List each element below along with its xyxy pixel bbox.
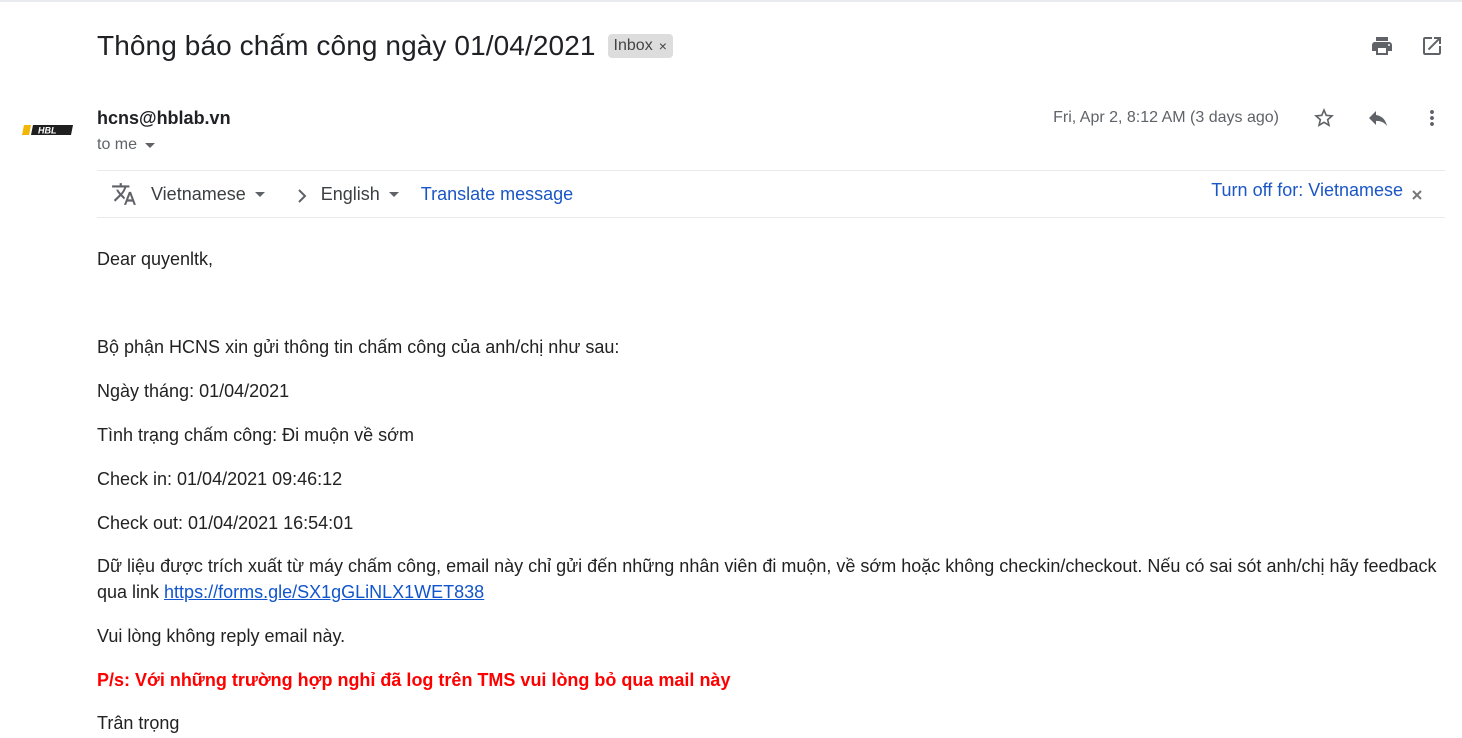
inbox-label-chip[interactable]: Inbox ×	[607, 34, 673, 58]
check-in-time: Check in: 01/04/2021 09:46:12	[97, 469, 343, 489]
translate-message-link[interactable]: Translate message	[421, 184, 573, 205]
close-icon[interactable]	[1411, 185, 1423, 200]
source-language-select[interactable]: Vietnamese	[151, 184, 265, 205]
more-vertical-icon[interactable]	[1420, 106, 1444, 130]
sender-email[interactable]: hcns@hblab.vn	[97, 108, 231, 129]
greeting: Dear quyenltk,	[97, 249, 214, 269]
recipient-text: to me	[97, 136, 138, 153]
target-language-select[interactable]: English	[321, 184, 399, 205]
translate-icon	[111, 181, 137, 207]
source-language-label: Vietnamese	[151, 183, 246, 204]
email-date: Fri, Apr 2, 8:12 AM (3 days ago)	[1053, 109, 1279, 126]
no-reply-notice: Vui lòng không reply email này.	[97, 626, 346, 646]
inbox-label-text: Inbox	[613, 37, 653, 54]
data-note: Dữ liệu được trích xuất từ máy chấm công…	[97, 553, 1442, 605]
target-language-label: English	[320, 183, 380, 204]
translate-bar: Vietnamese English Translate message Tur…	[97, 170, 1445, 218]
thread-actions	[1370, 34, 1444, 58]
top-divider	[0, 0, 1462, 2]
chevron-right-icon	[297, 187, 307, 203]
attendance-date: Ngày tháng: 01/04/2021	[97, 381, 290, 401]
message-actions	[1312, 106, 1444, 130]
turn-off-translation-link[interactable]: Turn off for: Vietnamese	[1211, 180, 1403, 201]
recipient-row: to me	[97, 136, 156, 154]
check-out-time: Check out: 01/04/2021 16:54:01	[97, 513, 354, 533]
subject-row: Thông báo chấm công ngày 01/04/2021 Inbo…	[97, 26, 673, 66]
star-icon[interactable]	[1312, 106, 1336, 130]
source-language-dropdown-icon	[254, 191, 265, 197]
open-in-new-window-icon[interactable]	[1420, 34, 1444, 58]
attendance-status: Tình trạng chấm công: Đi muộn về sớm	[97, 425, 414, 445]
remove-label-icon[interactable]: ×	[659, 38, 667, 54]
closing-regards: Trân trọng	[97, 713, 180, 733]
print-icon[interactable]	[1370, 34, 1394, 58]
sender-avatar: HBL	[22, 122, 74, 138]
intro-text: Bộ phận HCNS xin gửi thông tin chấm công…	[97, 337, 620, 357]
avatar-text: HBL	[38, 126, 57, 136]
reply-icon[interactable]	[1366, 106, 1390, 130]
email-subject: Thông báo chấm công ngày 01/04/2021	[97, 30, 596, 61]
ps-warning: P/s: Với những trường hợp nghỉ đã log tr…	[97, 670, 731, 690]
show-details-chevron-down-icon[interactable]	[145, 142, 156, 148]
feedback-link[interactable]: https://forms.gle/SX1gGLiNLX1WET838	[164, 582, 484, 602]
target-language-dropdown-icon	[388, 191, 399, 197]
